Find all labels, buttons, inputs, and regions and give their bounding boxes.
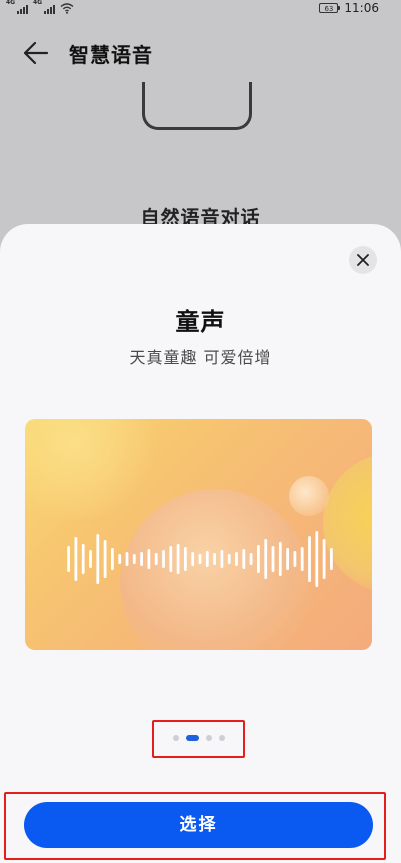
card-decoration (25, 419, 165, 519)
waveform-bar (103, 540, 107, 578)
status-right-group: 63 11:06 (319, 1, 379, 15)
waveform-bar (81, 544, 85, 574)
waveform-bar (169, 546, 173, 572)
waveform-bar (264, 539, 268, 579)
waveform-bar (278, 542, 282, 576)
back-button[interactable] (22, 40, 50, 66)
waveform-bar (154, 553, 158, 565)
page-title: 智慧语音 (69, 43, 153, 67)
waveform-bar (89, 550, 92, 568)
waveform-bar (286, 548, 289, 570)
waveform-bar (242, 549, 246, 569)
waveform-bar (111, 548, 114, 570)
page-dot-active[interactable] (185, 735, 199, 741)
waveform-bar (322, 539, 326, 579)
waveform-icon (67, 531, 333, 587)
waveform-bar (227, 554, 231, 564)
signal-icon-sim1: 4G (6, 0, 28, 14)
waveform-bar (147, 549, 151, 569)
close-icon (357, 254, 369, 266)
select-button[interactable]: 选择 (24, 802, 373, 848)
waveform-bar (257, 545, 260, 573)
voice-name: 童声 (175, 308, 226, 336)
waveform-bar (96, 534, 100, 584)
page-dot[interactable] (218, 735, 225, 741)
waveform-bar (125, 552, 129, 566)
waveform-bar (205, 551, 209, 567)
status-bar: 4G 4G 63 11:06 (0, 0, 401, 18)
waveform-bar (191, 552, 195, 566)
signal-icon-sim2: 4G (33, 0, 55, 14)
waveform-bar (198, 554, 202, 564)
waveform-bar (132, 554, 136, 564)
waveform-bar (300, 547, 304, 571)
waveform-bar (235, 552, 238, 566)
voice-selection-sheet: 童声 天真童趣 可爱倍增 选择 (0, 224, 401, 863)
signal-1-label: 4G (6, 0, 16, 6)
waveform-bar (74, 537, 78, 581)
status-left-group: 4G 4G (6, 0, 74, 14)
voice-description: 天真童趣 可爱倍增 (129, 348, 272, 367)
waveform-bar (330, 548, 333, 570)
waveform-bar (315, 531, 319, 587)
battery-icon: 63 (319, 3, 341, 13)
page-dot[interactable] (205, 735, 212, 741)
arrow-left-icon (23, 41, 49, 65)
waveform-bar (184, 547, 187, 571)
wifi-icon (60, 3, 74, 14)
page-indicator (153, 721, 244, 755)
card-decoration (289, 476, 329, 516)
waveform-bar (67, 546, 70, 572)
voice-preview-card[interactable] (25, 419, 372, 650)
waveform-bar (249, 553, 253, 565)
app-header: 智慧语音 (0, 34, 401, 72)
page-dot[interactable] (172, 735, 179, 741)
waveform-bar (293, 551, 297, 567)
phone-illustration (142, 82, 252, 130)
waveform-bar (271, 546, 275, 572)
signal-2-label: 4G (33, 0, 43, 6)
close-button[interactable] (349, 246, 377, 274)
waveform-bar (162, 550, 165, 568)
waveform-bar (176, 544, 180, 574)
status-time: 11:06 (344, 1, 379, 15)
waveform-bar (118, 554, 122, 564)
waveform-bar (213, 553, 216, 565)
waveform-bar (220, 550, 224, 568)
waveform-bar (308, 536, 311, 582)
waveform-bar (140, 552, 143, 566)
